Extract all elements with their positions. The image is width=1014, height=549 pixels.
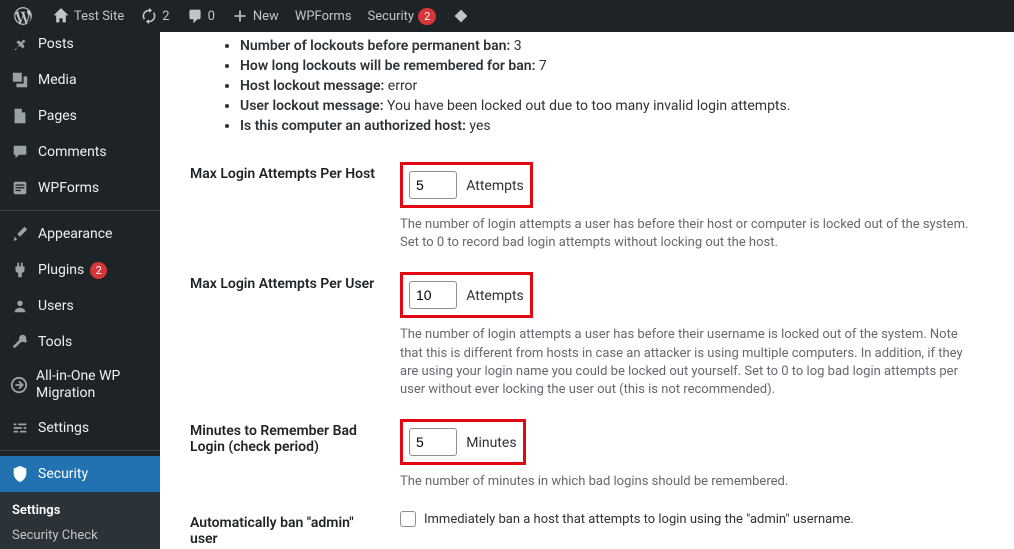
label-max-host: Max Login Attempts Per Host <box>190 154 390 264</box>
brush-icon <box>10 224 30 244</box>
sidebar-item-tools[interactable]: Tools <box>0 324 160 360</box>
max-user-input[interactable] <box>409 281 457 309</box>
sidebar-item-security[interactable]: Security <box>0 456 160 492</box>
unit-text: Attempts <box>466 178 524 194</box>
users-icon <box>10 296 30 316</box>
sidebar-item-comments[interactable]: Comments <box>0 134 160 170</box>
sidebar-item-aiowpm[interactable]: All-in-One WP Migration <box>0 360 160 410</box>
summary-row: Is this computer an authorized host: yes <box>240 116 994 136</box>
summary-row: Number of lockouts before permanent ban:… <box>240 36 994 56</box>
highlight-box: Minutes <box>400 419 526 465</box>
menu-label: Pages <box>38 108 77 124</box>
media-icon <box>10 70 30 90</box>
wpforms-ab-link[interactable]: WPForms <box>287 0 360 32</box>
highlight-box: Attempts <box>400 162 533 208</box>
desc-minutes: The number of minutes in which bad login… <box>400 473 980 491</box>
wpforms-ab-label: WPForms <box>295 9 352 24</box>
comments-count: 0 <box>208 9 215 24</box>
sidebar-item-appearance[interactable]: Appearance <box>0 216 160 252</box>
wordpress-icon <box>14 7 32 25</box>
sidebar-item-media[interactable]: Media <box>0 62 160 98</box>
desc-max-user: The number of login attempts a user has … <box>400 326 980 399</box>
sidebar-item-posts[interactable]: Posts <box>0 32 160 62</box>
auto-ban-checkbox[interactable] <box>400 511 416 527</box>
new-content-link[interactable]: New <box>223 0 287 32</box>
sidebar-item-settings[interactable]: Settings <box>0 410 160 446</box>
tools-icon <box>10 332 30 352</box>
submenu-security-check[interactable]: Security Check <box>0 523 160 548</box>
form-icon <box>10 178 30 198</box>
settings-form: Max Login Attempts Per Host Attempts The… <box>190 154 994 549</box>
submenu-settings[interactable]: Settings <box>0 498 160 523</box>
updates-count: 2 <box>162 9 169 24</box>
home-icon <box>52 7 70 25</box>
pin-icon <box>10 34 30 54</box>
settings-summary-list: Number of lockouts before permanent ban:… <box>190 36 994 136</box>
updates-link[interactable]: 2 <box>132 0 177 32</box>
security-ab-label: Security <box>368 9 415 24</box>
security-ab-link[interactable]: Security2 <box>360 0 445 32</box>
auto-ban-row[interactable]: Immediately ban a host that attempts to … <box>400 511 984 527</box>
summary-row: Host lockout message: error <box>240 76 994 96</box>
admin-bar: Test Site 2 0 New WPForms Security2 <box>0 0 1014 32</box>
menu-label: Tools <box>38 334 72 350</box>
menu-label: Settings <box>38 420 89 436</box>
label-auto-ban: Automatically ban "admin" user <box>190 503 390 549</box>
highlight-box: Attempts <box>400 272 533 318</box>
plugins-badge: 2 <box>90 262 107 279</box>
sidebar-item-wpforms[interactable]: WPForms <box>0 170 160 206</box>
unit-text: Attempts <box>466 288 524 304</box>
site-name-text: Test Site <box>74 9 124 24</box>
wp-logo[interactable] <box>6 0 44 32</box>
max-host-input[interactable] <box>409 171 457 199</box>
menu-label: Plugins <box>38 262 84 278</box>
minutes-input[interactable] <box>409 428 457 456</box>
unit-text: Minutes <box>466 435 516 451</box>
summary-row: User lockout message: You have been lock… <box>240 96 994 116</box>
comments-menu-icon <box>10 142 30 162</box>
label-max-user: Max Login Attempts Per User <box>190 264 390 411</box>
new-label: New <box>253 9 279 24</box>
admin-sidebar: Posts Media Pages Comments WPForms Appea… <box>0 32 160 549</box>
content-area: Number of lockouts before permanent ban:… <box>160 32 1014 549</box>
menu-label: Users <box>38 298 74 314</box>
summary-row: How long lockouts will be remembered for… <box>240 56 994 76</box>
site-name-link[interactable]: Test Site <box>44 0 132 32</box>
plus-icon <box>231 7 249 25</box>
menu-label: Security <box>38 466 88 482</box>
plugin-icon <box>10 260 30 280</box>
sidebar-item-pages[interactable]: Pages <box>0 98 160 134</box>
menu-label: Media <box>38 72 77 88</box>
page-icon <box>10 106 30 126</box>
menu-label: Comments <box>38 144 107 160</box>
comment-icon <box>186 7 204 25</box>
label-minutes: Minutes to Remember Bad Login (check per… <box>190 411 390 503</box>
sidebar-item-plugins[interactable]: Plugins 2 <box>0 252 160 288</box>
diamond-icon <box>452 7 470 25</box>
menu-label: Appearance <box>38 226 112 242</box>
menu-label: Posts <box>38 36 74 52</box>
auto-ban-text: Immediately ban a host that attempts to … <box>424 512 854 527</box>
update-icon <box>140 7 158 25</box>
security-ab-count: 2 <box>418 8 436 25</box>
shield-icon <box>10 464 30 484</box>
desc-max-host: The number of login attempts a user has … <box>400 216 980 252</box>
comments-link[interactable]: 0 <box>178 0 223 32</box>
security-submenu: Settings Security Check Logs Go Pro <box>0 492 160 549</box>
migration-icon <box>10 375 28 395</box>
diamond-ab-link[interactable] <box>444 0 482 32</box>
sidebar-item-users[interactable]: Users <box>0 288 160 324</box>
menu-label: All-in-One WP Migration <box>36 368 150 402</box>
sliders-icon <box>10 418 30 438</box>
menu-label: WPForms <box>38 180 99 196</box>
